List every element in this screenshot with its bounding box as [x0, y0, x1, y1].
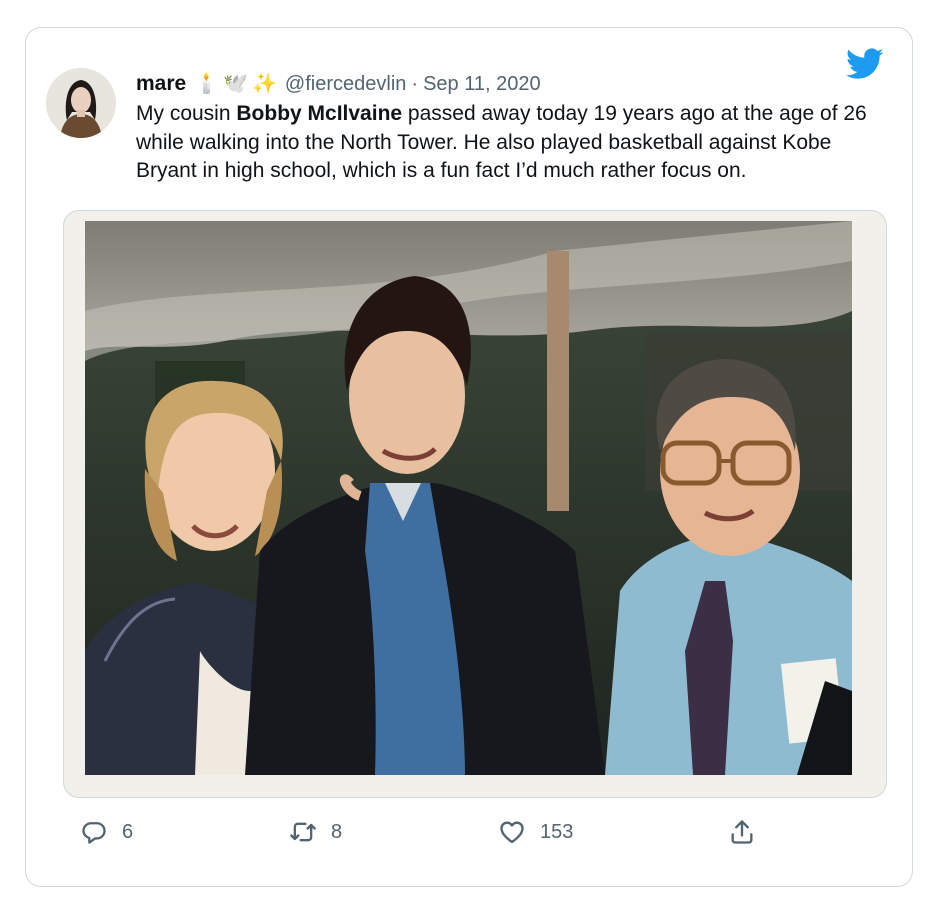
retweet-icon	[290, 822, 316, 842]
like-button[interactable]: 153	[498, 812, 573, 852]
tweet-text: My cousin Bobby McIlvaine passed away to…	[136, 100, 876, 186]
retweet-count: 8	[331, 820, 343, 843]
reply-icon	[82, 822, 106, 844]
tweet-header: mare 🕯️ 🕊️ ✨ @fiercedevlin · Sep 11, 202…	[136, 70, 541, 98]
reply-button[interactable]: 6	[80, 812, 133, 852]
author-handle[interactable]: @fiercedevlin	[285, 73, 406, 96]
author-emoji-group: 🕯️ 🕊️ ✨	[194, 74, 277, 94]
tweet-text-before: My cousin	[136, 102, 237, 125]
dove-emoji: 🕊️	[223, 73, 249, 95]
reply-count: 6	[122, 820, 134, 843]
share-button[interactable]	[728, 812, 756, 852]
tweet-actions: 6 8 153	[0, 812, 938, 852]
sparkles-emoji: ✨	[252, 73, 277, 95]
twitter-bird-icon[interactable]	[846, 48, 884, 80]
tweet-photo[interactable]	[85, 221, 852, 775]
heart-icon	[500, 821, 524, 844]
share-icon	[731, 820, 753, 844]
retweet-button[interactable]: 8	[289, 812, 342, 852]
candle-emoji: 🕯️	[194, 73, 220, 95]
author-display-name[interactable]: mare	[136, 72, 186, 96]
tweet-text-mention: Bobby McIlvaine	[236, 102, 403, 125]
tweet-date[interactable]: Sep 11, 2020	[423, 73, 541, 96]
avatar-portrait	[46, 68, 116, 138]
avatar[interactable]	[46, 68, 116, 138]
header-separator: ·	[411, 72, 419, 95]
like-count: 153	[540, 820, 574, 843]
photo-illustration	[85, 221, 852, 775]
